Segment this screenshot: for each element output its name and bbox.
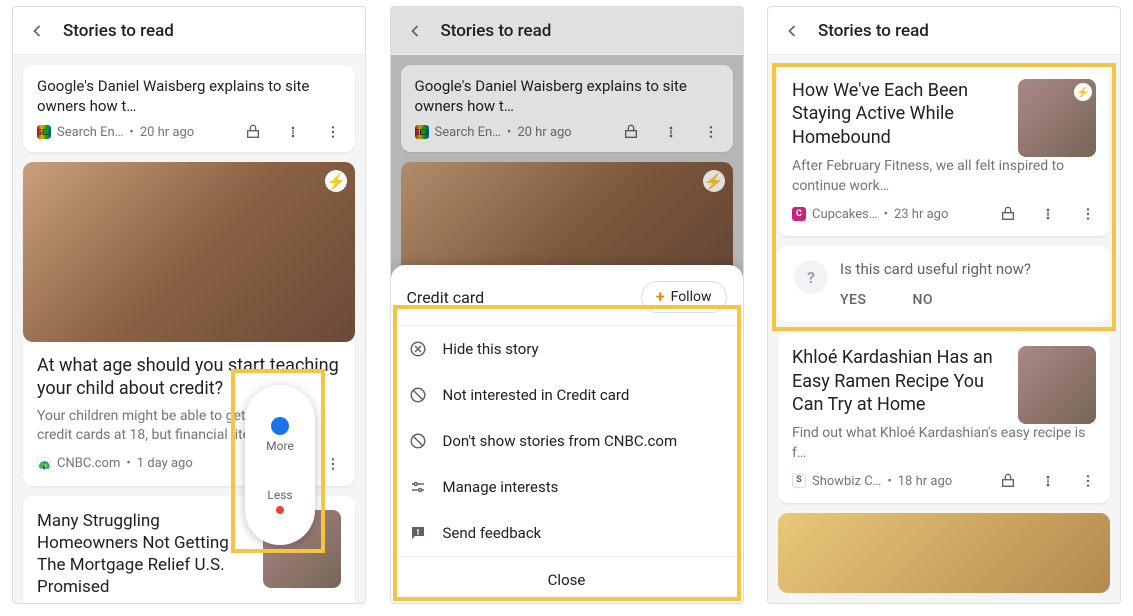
header-bar: Stories to read [768,7,1120,55]
story-snippet: Find out what Khloé Kardashian's easy re… [792,424,1096,463]
share-icon [623,124,639,140]
publisher-icon [792,474,806,488]
sheet-row-label: Don't show stories from CNBC.com [443,432,678,450]
back-icon[interactable] [405,21,425,41]
story-time: 20 hr ago [517,125,571,140]
story-snippet: Google's Daniel Waisberg explains to sit… [37,77,341,116]
feedback-icon [409,524,427,542]
story-title: Many Struggling Homeowners Not Getting T… [37,510,251,598]
story-snippet: After February Fitness, we all felt insp… [792,157,1096,196]
action-sheet: Credit card + Follow Hide this story Not… [391,265,743,603]
hide-icon [409,340,427,358]
overflow-icon[interactable] [325,456,341,472]
sheet-row-label: Manage interests [443,478,559,496]
sheet-row-label: Hide this story [443,340,539,358]
story-time: 18 hr ago [898,474,952,489]
less-dot-icon [276,506,284,514]
story-time: 1 day ago [137,456,193,471]
share-icon[interactable] [1000,473,1016,489]
publisher-name: Search En… [57,125,123,140]
amp-icon: ⚡ [1074,83,1092,101]
overflow-icon[interactable] [1080,206,1096,222]
publisher-icon: C [792,207,806,221]
question-icon: ? [794,260,828,294]
back-icon[interactable] [27,21,47,41]
feedback-slider-icon[interactable] [1040,473,1056,489]
sheet-topic: Credit card [407,288,485,307]
publisher-name: Cupcakes… [812,207,878,222]
story-card: Google's Daniel Waisberg explains to sit… [401,65,733,152]
publisher-name: Search En… [435,125,501,140]
more-button[interactable]: More [266,417,294,453]
phone-2: Stories to read Google's Daniel Waisberg… [390,6,744,604]
back-icon[interactable] [782,21,802,41]
share-icon[interactable] [245,124,261,140]
share-icon[interactable] [1000,206,1016,222]
publisher-icon: SEJ [415,125,429,139]
amp-icon: ⚡ [325,170,347,192]
feedback-yes-button[interactable]: YES [840,292,866,308]
amp-icon: ⚡ [703,170,725,192]
more-label: More [266,439,294,453]
story-meta: SEJ Search En… • 20 hr ago [37,124,341,140]
story-time: 23 hr ago [894,207,948,222]
story-meta: Showbiz C… • 18 hr ago [792,473,1096,489]
story-thumbnail [1018,346,1096,424]
overflow-icon [703,124,719,140]
sheet-row-not-interested[interactable]: Not interested in Credit card [391,372,743,418]
sheet-row-dont-show[interactable]: Don't show stories from CNBC.com [391,418,743,464]
story-card[interactable]: Google's Daniel Waisberg explains to sit… [23,65,355,152]
header-bar: Stories to read [391,7,743,55]
story-card[interactable]: Khloé Kardashian Has an Easy Ramen Recip… [778,332,1110,503]
block-icon [409,432,427,450]
header-title: Stories to read [441,21,552,41]
block-icon [409,386,427,404]
publisher-name: Showbiz C… [812,474,881,489]
feedback-slider-icon [663,124,679,140]
more-less-control[interactable]: More Less [245,385,315,545]
sheet-close-button[interactable]: Close [391,556,743,603]
phone-3: Stories to read How We've Each Been Stay… [767,6,1121,604]
sliders-icon [409,478,427,496]
less-label: Less [267,488,292,502]
phone-1: Stories to read Google's Daniel Waisberg… [12,6,366,604]
header-title: Stories to read [818,21,929,41]
content-area-3: How We've Each Been Staying Active While… [768,55,1120,603]
feedback-no-button[interactable]: NO [912,292,933,308]
sheet-row-feedback[interactable]: Send feedback [391,510,743,556]
header-title: Stories to read [63,21,174,41]
overflow-icon[interactable] [1080,473,1096,489]
story-image [778,513,1110,593]
publisher-name: CNBC.com [57,456,120,471]
story-title: How We've Each Been Staying Active While… [792,79,1006,149]
sheet-row-label: Not interested in Credit card [443,386,630,404]
story-meta: C Cupcakes… • 23 hr ago [792,206,1096,222]
sheet-header: Credit card + Follow [391,265,743,325]
feedback-slider-icon[interactable] [1040,206,1056,222]
sheet-row-label: Send feedback [443,524,542,542]
feedback-slider-icon[interactable] [285,124,301,140]
sheet-row-hide[interactable]: Hide this story [391,326,743,372]
overflow-icon[interactable] [325,124,341,140]
less-button[interactable]: Less [267,488,292,514]
publisher-icon [37,457,51,471]
story-card[interactable]: How We've Each Been Staying Active While… [778,65,1110,236]
story-thumbnail: ⚡ [1018,79,1096,157]
follow-label: Follow [671,289,712,305]
header-bar: Stories to read [13,7,365,55]
more-dot-icon [271,417,289,435]
story-title: Khloé Kardashian Has an Easy Ramen Recip… [792,346,1006,416]
story-image: ⚡ [23,162,355,342]
plus-icon: + [656,289,665,305]
sheet-row-manage[interactable]: Manage interests [391,464,743,510]
follow-button[interactable]: + Follow [641,281,727,313]
publisher-icon: SEJ [37,125,51,139]
story-snippet: Google's Daniel Waisberg explains to sit… [415,77,719,116]
story-meta: SEJ Search En… • 20 hr ago [415,124,719,140]
feedback-card: ? Is this card useful right now? YES NO [778,246,1110,322]
feedback-question: Is this card useful right now? [840,260,1094,278]
story-time: 20 hr ago [140,125,194,140]
